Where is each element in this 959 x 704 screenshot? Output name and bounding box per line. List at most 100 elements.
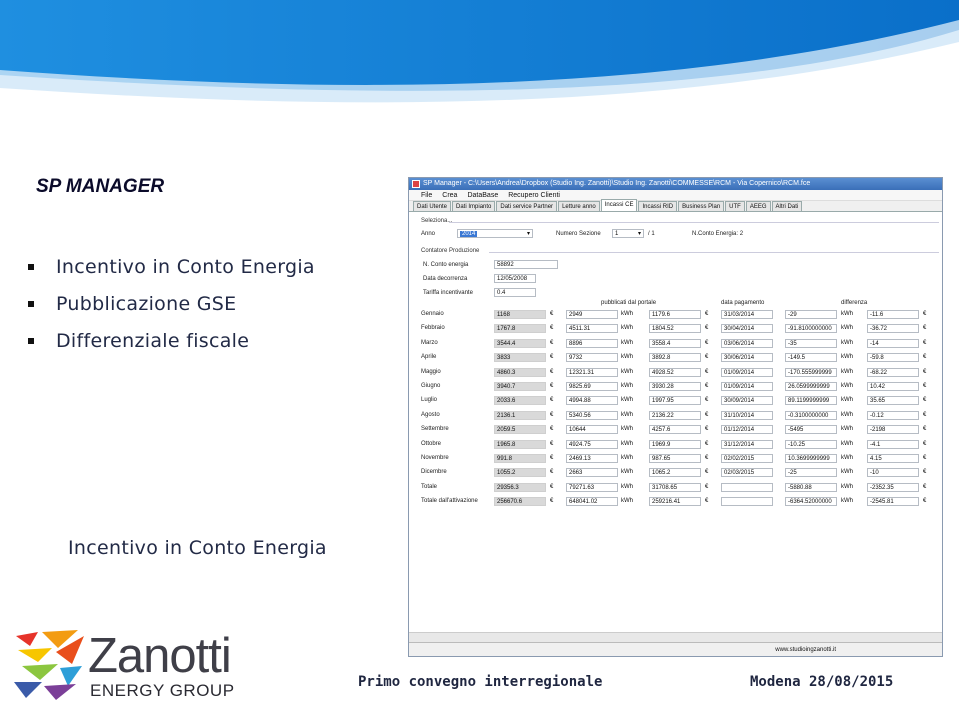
menu-recupero-clienti[interactable]: Recupero Clienti	[508, 192, 560, 199]
row-differenza-eur[interactable]: 10.42	[867, 382, 919, 391]
tab-dati-service-partner[interactable]: Dati service Partner	[496, 201, 558, 211]
unit-kwh: kWh	[621, 469, 633, 476]
row-eur-value[interactable]: 259216.41	[649, 497, 701, 507]
row-label: Agosto	[421, 411, 440, 418]
row-differenza-eur[interactable]: -4.1	[867, 439, 919, 449]
slide-caption: Incentivo in Conto Energia	[68, 537, 327, 559]
row-data-pagamento[interactable]	[721, 482, 773, 492]
tariffa-incentivante-field[interactable]: 0.4	[494, 288, 536, 297]
row-differenza-kwh[interactable]: -25	[785, 468, 837, 478]
row-differenza-kwh[interactable]: -35	[785, 338, 837, 348]
menu-crea[interactable]: Crea	[442, 192, 457, 199]
row-kwh-value[interactable]: 648041.02	[566, 497, 618, 507]
row-kwh-value[interactable]: 12321.31	[566, 367, 618, 377]
bullet-square-icon	[28, 263, 34, 270]
row-differenza-kwh[interactable]: -0.3100000000	[785, 410, 837, 420]
row-differenza-eur[interactable]: -2545.81	[867, 497, 919, 507]
row-differenza-eur[interactable]: -59.8	[867, 353, 919, 363]
row-eur-value[interactable]: 1804.52	[649, 324, 701, 334]
unit-eur: €	[923, 354, 927, 361]
row-label: Totale dall'attivazione	[421, 498, 478, 505]
n-conto-energia-field[interactable]: 58892	[494, 260, 558, 269]
row-kwh-value[interactable]: 79271.63	[566, 482, 618, 492]
row-data-pagamento[interactable]: 30/04/2014	[721, 324, 773, 334]
data-decorrenza-field[interactable]: 12/05/2008	[494, 274, 536, 283]
anno-select[interactable]: 2014 ▾	[457, 229, 533, 238]
row-eur-value[interactable]: 3558.4	[649, 338, 701, 348]
row-kwh-value[interactable]: 4511.31	[566, 324, 618, 334]
row-data-pagamento[interactable]: 01/09/2014	[721, 382, 773, 391]
tab-dati-impianto[interactable]: Dati Impianto	[452, 201, 496, 211]
row-differenza-eur[interactable]: -68.22	[867, 367, 919, 377]
row-eur-value[interactable]: 4928.52	[649, 367, 701, 377]
row-differenza-eur[interactable]: -2352.35	[867, 482, 919, 492]
row-label: Aprile	[421, 354, 437, 361]
row-data-pagamento[interactable]: 03/06/2014	[721, 338, 773, 348]
tab-dati-utente[interactable]: Dati Utente	[413, 201, 452, 211]
header-differenza: differenza	[841, 300, 868, 306]
menu-file[interactable]: File	[421, 192, 432, 199]
row-eur-value[interactable]: 1997.95	[649, 396, 701, 406]
row-differenza-eur[interactable]: -14	[867, 338, 919, 348]
row-kwh-value[interactable]: 9732	[566, 353, 618, 363]
row-kwh-value[interactable]: 8896	[566, 338, 618, 348]
row-data-pagamento[interactable]: 30/09/2014	[721, 396, 773, 406]
unit-eur: €	[550, 383, 554, 389]
row-eur-value[interactable]: 4257.6	[649, 425, 701, 435]
row-differenza-eur[interactable]: -0.12	[867, 410, 919, 420]
row-differenza-eur[interactable]: 35.65	[867, 396, 919, 406]
row-data-pagamento[interactable]: 02/03/2015	[721, 468, 773, 478]
row-differenza-kwh[interactable]: 26.0599999999	[785, 382, 837, 391]
unit-kwh: kWh	[841, 411, 853, 418]
row-differenza-eur[interactable]: -10	[867, 468, 919, 478]
row-differenza-eur[interactable]: -2198	[867, 425, 919, 435]
tab-utf[interactable]: UTF	[725, 201, 745, 211]
tab-business-plan[interactable]: Business Plan	[678, 201, 725, 211]
tab-aeeg[interactable]: AEEG	[745, 201, 771, 211]
horizontal-scrollbar[interactable]	[409, 632, 942, 642]
tab-letture-anno[interactable]: Letture anno	[558, 201, 600, 211]
row-data-pagamento[interactable]	[721, 497, 773, 507]
row-eur-value[interactable]: 987.65	[649, 454, 701, 463]
row-eur-value[interactable]: 1065.2	[649, 468, 701, 478]
row-data-pagamento[interactable]: 01/12/2014	[721, 425, 773, 435]
row-eur-value[interactable]: 1179.6	[649, 310, 701, 319]
row-data-pagamento[interactable]: 01/09/2014	[721, 367, 773, 377]
row-eur-value[interactable]: 31708.65	[649, 482, 701, 492]
row-differenza-kwh[interactable]: 89.1199999999	[785, 396, 837, 406]
row-differenza-kwh[interactable]: -29	[785, 310, 837, 319]
row-differenza-eur[interactable]: -36.72	[867, 324, 919, 334]
row-kwh-value[interactable]: 4994.88	[566, 396, 618, 406]
row-differenza-kwh[interactable]: 10.3699999999	[785, 454, 837, 463]
row-data-pagamento[interactable]: 31/12/2014	[721, 439, 773, 449]
row-differenza-eur[interactable]: 4.15	[867, 454, 919, 463]
row-kwh-value[interactable]: 9825.69	[566, 382, 618, 391]
tab-altri-dati[interactable]: Altri Dati	[771, 201, 803, 211]
row-kwh-value[interactable]: 4924.75	[566, 439, 618, 449]
row-kwh-value[interactable]: 2469.13	[566, 454, 618, 463]
row-differenza-kwh[interactable]: -10.25	[785, 439, 837, 449]
row-eur-value[interactable]: 3892.8	[649, 353, 701, 363]
row-eur-value[interactable]: 3930.28	[649, 382, 701, 391]
menu-database[interactable]: DataBase	[467, 192, 498, 199]
numero-sezione-select[interactable]: 1 ▾	[612, 229, 644, 238]
row-data-pagamento[interactable]: 31/03/2014	[721, 310, 773, 319]
row-kwh-value[interactable]: 2663	[566, 468, 618, 478]
row-differenza-eur[interactable]: -11.6	[867, 310, 919, 319]
row-data-pagamento[interactable]: 31/10/2014	[721, 410, 773, 420]
row-differenza-kwh[interactable]: -91.8100000000	[785, 324, 837, 334]
tab-incassi-ce[interactable]: Incassi CE	[600, 199, 638, 211]
row-differenza-kwh[interactable]: -5495	[785, 425, 837, 435]
tab-incassi-rid[interactable]: Incassi RID	[638, 201, 678, 211]
row-kwh-value[interactable]: 5340.56	[566, 410, 618, 420]
row-data-pagamento[interactable]: 02/02/2015	[721, 454, 773, 463]
row-differenza-kwh[interactable]: -149.5	[785, 353, 837, 363]
row-data-pagamento[interactable]: 30/06/2014	[721, 353, 773, 363]
row-eur-value[interactable]: 1969.9	[649, 439, 701, 449]
row-kwh-value[interactable]: 10644	[566, 425, 618, 435]
row-eur-value[interactable]: 2136.22	[649, 410, 701, 420]
row-kwh-value[interactable]: 2949	[566, 310, 618, 319]
row-differenza-kwh[interactable]: -170.555999999	[785, 367, 837, 377]
row-differenza-kwh[interactable]: -6364.52000000	[785, 497, 837, 507]
row-differenza-kwh[interactable]: -5880.88	[785, 482, 837, 492]
